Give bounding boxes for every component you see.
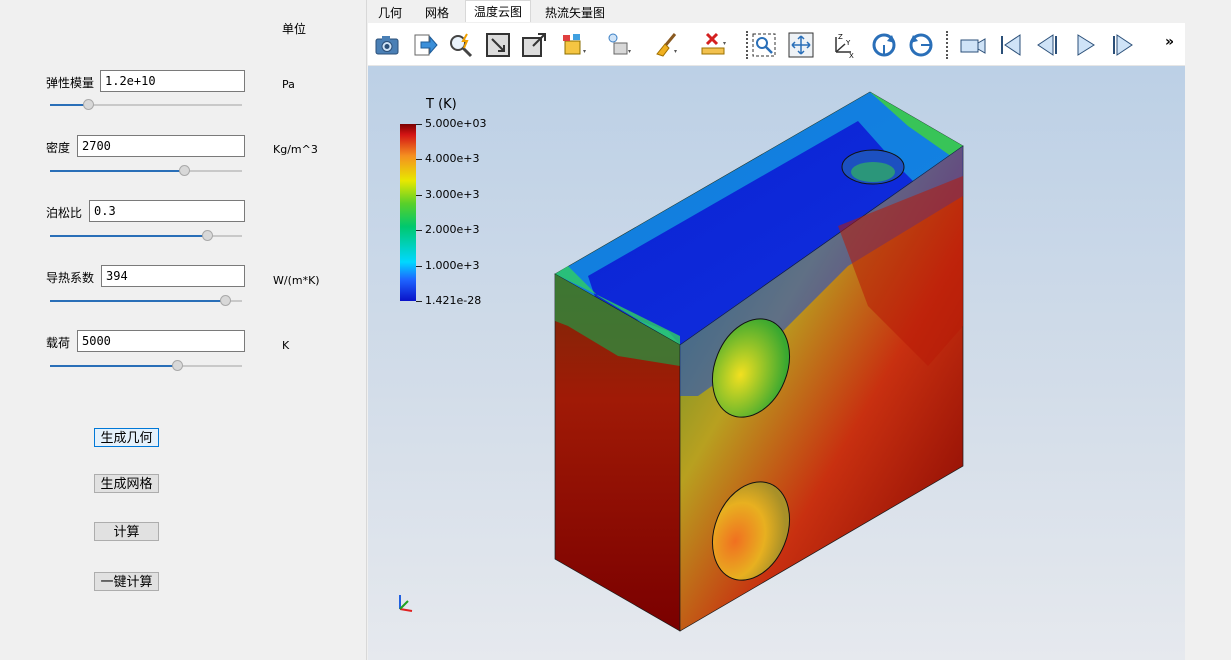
load-input[interactable] [77, 330, 245, 352]
next-frame-icon[interactable] [1109, 32, 1135, 58]
slider-thumb[interactable] [219, 295, 231, 306]
poisson-ratio-slider[interactable] [50, 230, 242, 242]
density-label: 密度 [46, 141, 71, 155]
tab-heat-flux-vector[interactable]: 热流矢量图 [545, 4, 605, 21]
slider-thumb[interactable] [171, 360, 183, 371]
slider-fill [50, 300, 225, 302]
slider-fill [50, 365, 177, 367]
slider-fill [50, 235, 208, 237]
video-camera-icon[interactable] [960, 32, 986, 58]
color-cubes-icon[interactable] [561, 32, 587, 58]
load-unit: K [282, 339, 290, 352]
slider-thumb[interactable] [179, 165, 191, 176]
first-frame-icon[interactable] [998, 32, 1024, 58]
elastic-modulus-input[interactable] [100, 70, 245, 92]
poisson-ratio-label: 泊松比 [46, 206, 83, 220]
view-tabs: 几何 网格 温度云图 热流矢量图 [367, 0, 1231, 22]
3d-viewport[interactable]: T (K) 5.000e+03 4.000e+3 3.000e+3 2.000e… [368, 66, 1185, 660]
rotate-cw-icon[interactable] [871, 32, 897, 58]
delete-ruler-icon[interactable] [701, 32, 727, 58]
zoom-selection-icon[interactable] [751, 32, 777, 58]
density-input[interactable] [77, 135, 245, 157]
rotate-ccw-icon[interactable] [908, 32, 934, 58]
elastic-modulus-unit: Pa [282, 78, 295, 91]
toolbar-overflow-button[interactable]: » [1165, 34, 1174, 50]
svg-text:X: X [849, 52, 854, 58]
previous-frame-icon[interactable] [1035, 32, 1061, 58]
thermal-conductivity-slider[interactable] [50, 295, 242, 307]
one-click-compute-button[interactable]: 一键计算 [94, 572, 159, 591]
zoom-box-icon[interactable] [485, 32, 511, 58]
elastic-modulus-slider[interactable] [50, 99, 242, 111]
density-slider[interactable] [50, 165, 242, 177]
broom-icon[interactable] [653, 32, 679, 58]
tab-mesh[interactable]: 网格 [425, 4, 449, 21]
thermal-conductivity-input[interactable] [101, 265, 245, 287]
density-unit: Kg/m^3 [273, 143, 318, 156]
poisson-ratio-input[interactable] [89, 200, 245, 222]
slider-thumb[interactable] [83, 99, 95, 110]
load-slider[interactable] [50, 360, 242, 372]
axes-icon[interactable]: ZYX [831, 32, 857, 58]
magic-probe-icon[interactable] [448, 32, 474, 58]
parameter-panel: 单位 弹性模量 Pa 密度 Kg/m^3 泊松比 导热系数 W/(m*K) 载荷… [0, 0, 367, 660]
thermal-conductivity-label: 导热系数 [46, 271, 95, 285]
slider-fill [50, 170, 185, 172]
temperature-contour-model[interactable] [368, 66, 1185, 660]
elastic-modulus-label: 弹性模量 [46, 76, 95, 90]
viewer-toolbar: ZYX » [368, 23, 1185, 66]
orientation-axes-icon [399, 595, 413, 612]
generate-mesh-button[interactable]: 生成网格 [94, 474, 159, 493]
play-icon[interactable] [1072, 32, 1098, 58]
load-label: 载荷 [46, 336, 71, 350]
generate-geometry-button[interactable]: 生成几何 [94, 428, 159, 447]
tab-geometry[interactable]: 几何 [378, 4, 402, 21]
light-cube-icon[interactable] [606, 32, 632, 58]
toolbar-separator [746, 31, 748, 59]
svg-text:Y: Y [845, 39, 851, 47]
svg-text:Z: Z [838, 33, 843, 41]
thermal-conductivity-unit: W/(m*K) [273, 274, 320, 287]
tab-temperature-contour[interactable]: 温度云图 [465, 0, 532, 22]
fit-view-icon[interactable] [788, 32, 814, 58]
compute-button[interactable]: 计算 [94, 522, 159, 541]
resize-icon[interactable] [521, 32, 547, 58]
unit-header: 单位 [282, 22, 307, 36]
right-margin [1185, 23, 1231, 660]
export-arrow-icon[interactable] [412, 32, 438, 58]
slider-thumb[interactable] [202, 230, 214, 241]
camera-icon[interactable] [374, 32, 400, 58]
toolbar-separator [946, 31, 948, 59]
